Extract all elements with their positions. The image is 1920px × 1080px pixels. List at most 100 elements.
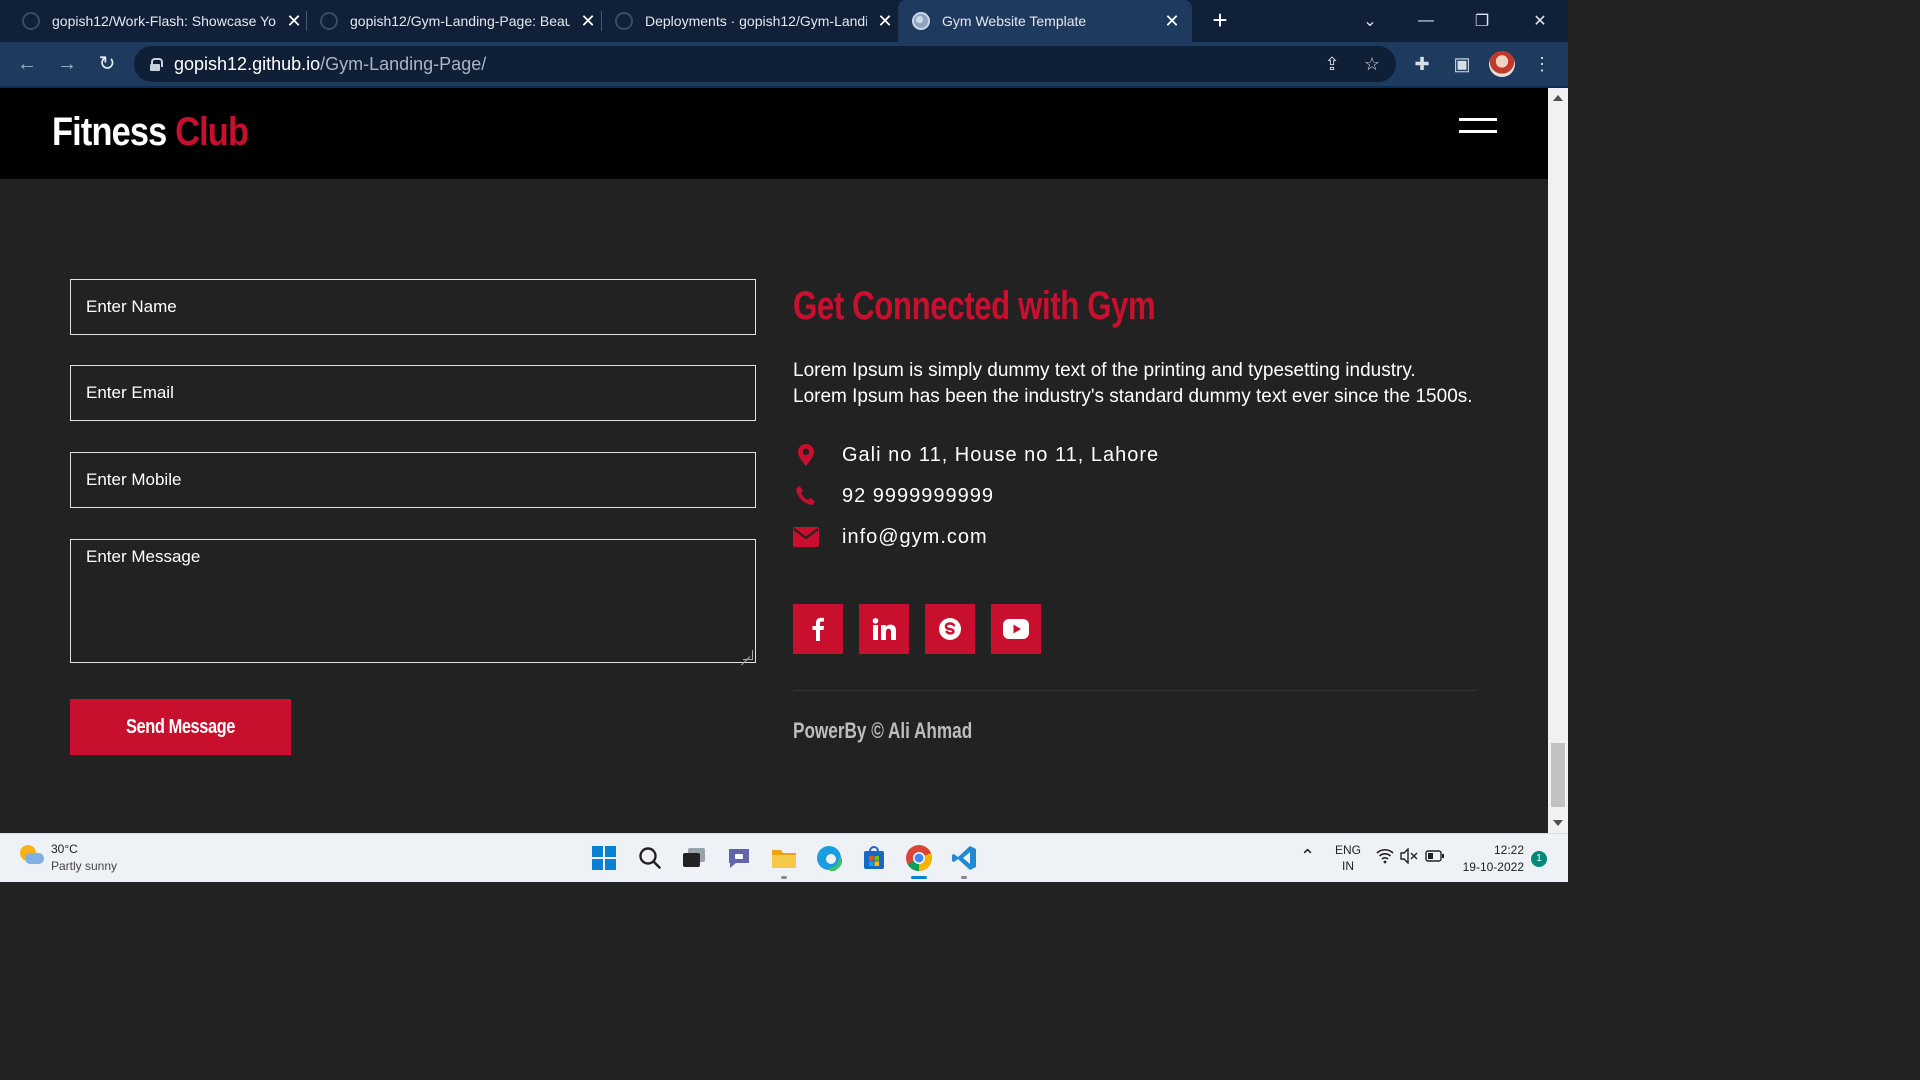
web-page: Fitness Club Enter Name Enter Email Ente…	[0, 88, 1548, 833]
show-hidden-icons-chevron-icon[interactable]: ⌃	[1300, 846, 1315, 867]
youtube-button[interactable]	[991, 604, 1041, 654]
language-code: ENG	[1334, 843, 1361, 857]
forward-icon[interactable]: →	[53, 50, 81, 78]
hamburger-menu-icon[interactable]	[1459, 118, 1497, 140]
url-path: /Gym-Landing-Page/	[320, 53, 487, 74]
close-tab-icon[interactable]: ✕	[578, 11, 598, 32]
scroll-down-arrow-icon[interactable]	[1553, 820, 1563, 826]
clock-time: 12:22	[1493, 843, 1524, 857]
tab-title: Gym Website Template	[942, 13, 1087, 29]
name-input[interactable]: Enter Name	[70, 279, 756, 335]
edge-browser-icon[interactable]	[815, 844, 843, 872]
notification-badge[interactable]: 1	[1531, 851, 1547, 867]
browser-tab[interactable]: Deployments · gopish12/Gym-Landi ✕	[615, 0, 895, 42]
teams-chat-icon[interactable]	[725, 844, 753, 872]
profile-avatar[interactable]	[1489, 51, 1515, 77]
scroll-up-arrow-icon[interactable]	[1553, 95, 1563, 101]
logo-text-white: Fitness	[52, 110, 167, 154]
tab-separator	[601, 11, 602, 31]
running-indicator	[781, 876, 787, 879]
weather-partly-sunny-icon[interactable]	[18, 844, 44, 866]
windows-start-icon[interactable]	[590, 844, 618, 872]
clock[interactable]: 12:22 19-10-2022	[1456, 843, 1524, 874]
close-window-icon[interactable]: ✕	[1512, 0, 1568, 42]
contact-email: info@gym.com	[842, 525, 988, 548]
chrome-browser-icon[interactable]	[905, 844, 933, 872]
language-indicator[interactable]: ENG IN	[1334, 843, 1362, 873]
email-input[interactable]: Enter Email	[70, 365, 756, 421]
contact-address-row: Gali no 11, House no 11, Lahore	[793, 440, 1158, 470]
menu-kebab-icon[interactable]: ⋮	[1530, 52, 1554, 76]
send-message-button[interactable]: Send Message	[70, 699, 291, 755]
footer-divider	[793, 690, 1478, 691]
weather-description[interactable]: Partly sunny	[51, 859, 117, 873]
tab-title: Deployments · gopish12/Gym-Landi	[645, 13, 867, 29]
linkedin-button[interactable]	[859, 604, 909, 654]
browser-tab[interactable]: gopish12/Gym-Landing-Page: Beau ✕	[320, 0, 598, 42]
lock-icon[interactable]	[150, 58, 163, 71]
send-message-label: Send Message	[125, 716, 236, 738]
search-icon[interactable]	[636, 844, 664, 872]
browser-tab-strip: gopish12/Work-Flash: Showcase You ✕ gopi…	[0, 0, 1568, 42]
tab-search-icon[interactable]: ⌄	[1342, 0, 1398, 42]
clock-date: 19-10-2022	[1462, 860, 1524, 874]
contact-phone-row: 92 9999999999	[793, 481, 993, 511]
share-icon[interactable]: ⇪	[1322, 54, 1342, 74]
resize-handle-icon[interactable]	[743, 650, 753, 660]
microsoft-store-icon[interactable]	[860, 844, 888, 872]
extensions-icon[interactable]: ✚	[1410, 52, 1434, 76]
side-panel-icon[interactable]: ▣	[1450, 52, 1474, 76]
envelope-icon	[793, 524, 819, 550]
volume-muted-icon[interactable]	[1400, 847, 1418, 867]
language-region: IN	[1342, 859, 1354, 873]
close-tab-icon[interactable]: ✕	[284, 11, 304, 32]
url-host: gopish12.github.io	[174, 53, 321, 74]
powered-by-text: PowerBy © Ali Ahmad	[793, 718, 973, 743]
browser-tab[interactable]: gopish12/Work-Flash: Showcase You ✕	[22, 0, 304, 42]
contact-email-row: info@gym.com	[793, 522, 987, 552]
facebook-button[interactable]	[793, 604, 843, 654]
github-icon	[22, 12, 40, 30]
message-textarea[interactable]: Enter Message	[70, 539, 756, 663]
page-scrollbar[interactable]	[1548, 88, 1568, 833]
close-tab-icon[interactable]: ✕	[1162, 11, 1182, 32]
running-indicator	[961, 876, 967, 879]
site-header: Fitness Club	[0, 88, 1548, 179]
restore-icon[interactable]: ❐	[1454, 0, 1510, 42]
task-view-icon[interactable]	[680, 844, 708, 872]
scrollbar-thumb[interactable]	[1551, 743, 1565, 807]
browser-toolbar: ← → ↻ gopish12.github.io/Gym-Landing-Pag…	[0, 42, 1568, 86]
battery-icon[interactable]	[1425, 849, 1445, 866]
wifi-icon[interactable]	[1376, 848, 1394, 867]
message-placeholder: Enter Message	[86, 547, 201, 566]
site-logo[interactable]: Fitness Club	[52, 110, 249, 155]
url-text: gopish12.github.io/Gym-Landing-Page/	[174, 54, 486, 75]
phone-icon	[793, 483, 819, 509]
youtube-icon	[1003, 619, 1029, 639]
contact-description: Lorem Ipsum is simply dummy text of the …	[793, 360, 1473, 407]
bookmark-star-icon[interactable]: ☆	[1362, 54, 1382, 74]
new-tab-button[interactable]: +	[1206, 6, 1234, 34]
file-explorer-icon[interactable]	[770, 844, 798, 872]
back-icon[interactable]: ←	[13, 50, 41, 78]
contact-address: Gali no 11, House no 11, Lahore	[842, 443, 1160, 466]
address-bar[interactable]: gopish12.github.io/Gym-Landing-Page/ ⇪ ☆	[134, 46, 1396, 82]
minimize-icon[interactable]: —	[1398, 0, 1454, 42]
globe-icon	[912, 12, 930, 30]
facebook-icon	[812, 617, 824, 641]
vscode-icon[interactable]	[950, 844, 978, 872]
github-icon	[615, 12, 633, 30]
weather-temperature[interactable]: 30°C	[51, 842, 78, 856]
linkedin-icon	[872, 618, 896, 640]
mobile-input[interactable]: Enter Mobile	[70, 452, 756, 508]
logo-text-red: Club	[175, 110, 249, 154]
skype-button[interactable]	[925, 604, 975, 654]
browser-tab-active[interactable]: Gym Website Template ✕	[898, 0, 1192, 42]
active-app-indicator	[911, 876, 927, 879]
tab-title: gopish12/Gym-Landing-Page: Beau	[350, 13, 570, 29]
close-tab-icon[interactable]: ✕	[875, 11, 895, 32]
contact-phone: 92 9999999999	[842, 484, 995, 507]
windows-taskbar: 30°C Partly sunny ⌃ ENG IN 12:22 19-10-2…	[0, 833, 1568, 882]
reload-icon[interactable]: ↻	[93, 50, 121, 78]
skype-icon	[939, 618, 961, 640]
